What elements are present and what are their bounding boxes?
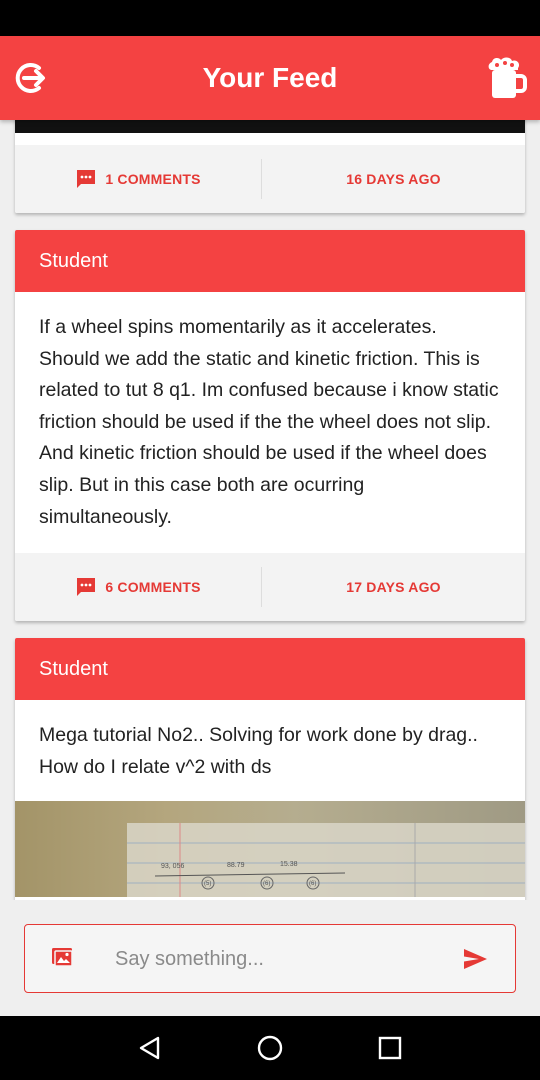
post-footer: 1 COMMENTS 16 DAYS AGO — [15, 145, 525, 213]
post-card: Student Mega tutorial No2.. Solving for … — [15, 638, 525, 900]
composer-area — [0, 900, 540, 1016]
comments-button[interactable]: 1 COMMENTS — [15, 145, 261, 213]
feed[interactable]: 1 COMMENTS 16 DAYS AGO Student If a whee… — [0, 120, 540, 900]
post-time: 17 DAYS AGO — [346, 579, 441, 595]
post-author: Student — [15, 638, 525, 700]
post-body: Mega tutorial No2.. Solving for work don… — [39, 724, 478, 778]
page-title: Your Feed — [202, 62, 338, 93]
comments-button[interactable]: 6 COMMENTS — [15, 553, 261, 621]
comments-count: 6 COMMENTS — [105, 579, 201, 595]
post-card: Student If a wheel spins momentarily as … — [15, 230, 525, 621]
post-image[interactable] — [15, 120, 525, 133]
recents-icon[interactable] — [376, 1034, 404, 1062]
app-bar: Your Feed — [0, 36, 540, 120]
home-icon[interactable] — [256, 1034, 284, 1062]
image-annotation: (5) — [204, 881, 211, 887]
image-annotation: 93, 056 — [161, 863, 184, 870]
post-image[interactable]: 93, 056 88.79 15.38 (5) (6) (6) — [15, 801, 525, 897]
navigation-bar — [0, 1016, 540, 1080]
post-body: If a wheel spins momentarily as it accel… — [39, 316, 499, 528]
image-upload-icon[interactable] — [51, 945, 75, 969]
comment-icon — [77, 578, 96, 596]
post-card: 1 COMMENTS 16 DAYS AGO — [15, 120, 525, 213]
image-annotation: (6) — [309, 881, 316, 887]
post-author: Student — [15, 230, 525, 292]
send-icon[interactable] — [461, 945, 489, 973]
back-icon[interactable] — [136, 1034, 164, 1062]
post-time: 16 DAYS AGO — [346, 171, 441, 187]
comments-count: 1 COMMENTS — [105, 171, 201, 187]
message-input[interactable] — [113, 935, 437, 983]
post-footer: 6 COMMENTS 17 DAYS AGO — [15, 553, 525, 621]
beer-mug-icon[interactable] — [484, 54, 528, 102]
status-bar — [0, 0, 540, 36]
composer — [24, 924, 516, 993]
image-annotation: 15.38 — [280, 861, 298, 868]
image-annotation: 88.79 — [227, 862, 245, 869]
image-annotation: (6) — [263, 881, 270, 887]
comment-icon — [77, 170, 96, 188]
